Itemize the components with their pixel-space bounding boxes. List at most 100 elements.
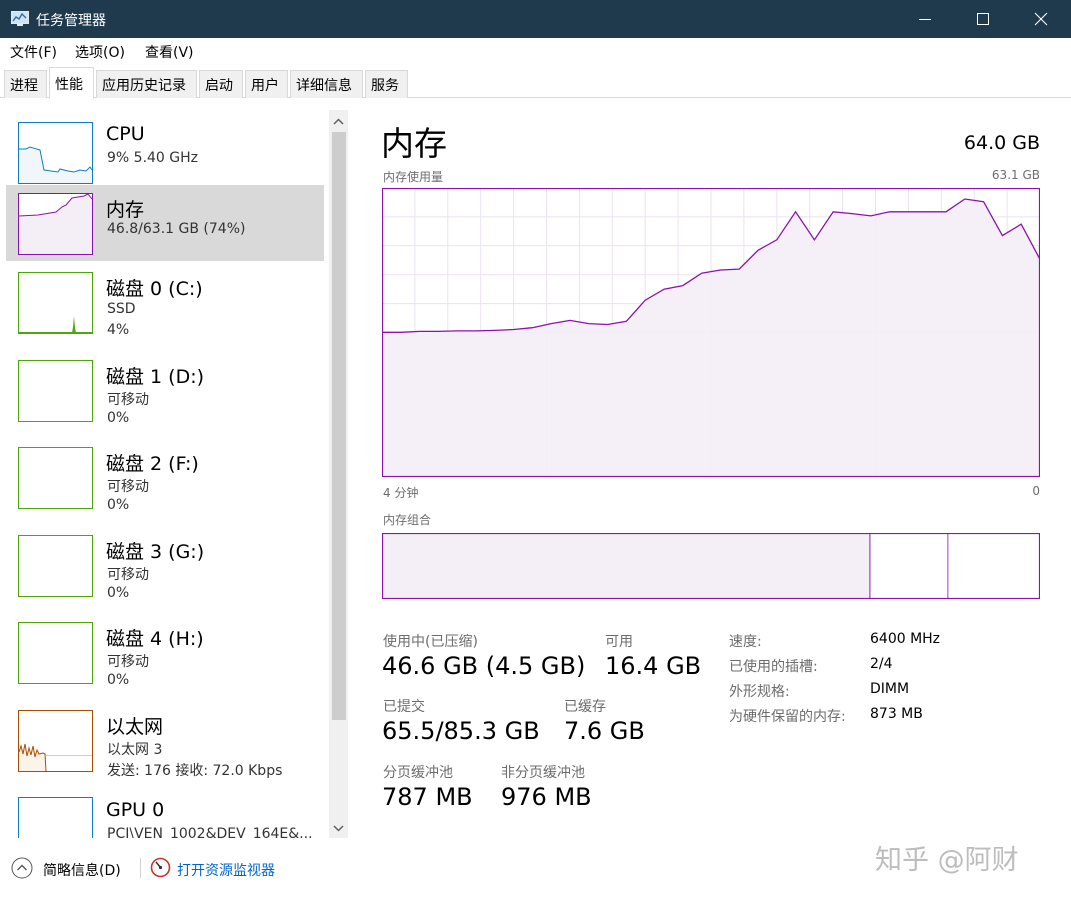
nonpaged-pool-value: 976 MB <box>501 783 592 811</box>
sidebar-item-name: 磁盘 4 (H:) <box>106 628 204 650</box>
sidebar-item-detail: 可移动 <box>107 654 149 670</box>
hardware-reserved-value: 873 MB <box>870 706 923 722</box>
sidebar-item-name: 磁盘 2 (F:) <box>106 453 199 475</box>
speed-value: 6400 MHz <box>870 631 941 647</box>
cached-value: 7.6 GB <box>564 717 645 745</box>
chevron-up-icon <box>333 118 344 125</box>
committed-label: 已提交 <box>383 699 425 715</box>
sidebar-item-usage: 0% <box>107 672 130 688</box>
sidebar-item-name: 以太网 <box>106 716 164 738</box>
menu-view[interactable]: 查看(V) <box>145 42 194 62</box>
sidebar-item-detail: PCI\VEN_1002&DEV_164E&... <box>107 826 313 838</box>
paged-pool-value: 787 MB <box>382 783 473 811</box>
form-factor-label: 外形规格: <box>729 684 790 700</box>
available-value: 16.4 GB <box>605 652 702 680</box>
menu-options[interactable]: 选项(O) <box>75 42 125 62</box>
tab-users[interactable]: 用户 <box>245 70 288 98</box>
tab-details[interactable]: 详细信息 <box>290 70 363 98</box>
ethernet-thumbnail-graph <box>18 710 93 772</box>
sidebar-item-name: CPU <box>106 123 145 145</box>
total-memory: 64.0 GB <box>963 132 1040 154</box>
footer-divider <box>140 858 141 878</box>
committed-value: 65.5/85.3 GB <box>382 717 540 745</box>
in-use-label: 使用中(已压缩) <box>383 634 478 650</box>
memory-usage-graph <box>382 188 1040 477</box>
menu-file[interactable]: 文件(F) <box>10 42 57 62</box>
sidebar-item-name: 磁盘 0 (C:) <box>106 278 203 300</box>
available-label: 可用 <box>605 634 633 650</box>
disk-1-thumbnail-graph <box>18 360 93 422</box>
disk-4-thumbnail-graph <box>18 622 93 684</box>
maximize-icon <box>977 13 989 25</box>
sidebar-item-name: 磁盘 3 (G:) <box>106 541 205 563</box>
scrollbar-thumb[interactable] <box>332 132 346 720</box>
minimize-icon <box>919 19 931 20</box>
sidebar-item-detail: SSD <box>107 301 136 317</box>
gpu-thumbnail-graph <box>18 797 93 838</box>
chevron-down-icon <box>333 825 344 832</box>
tab-services[interactable]: 服务 <box>365 70 408 98</box>
title-bar: 任务管理器 <box>0 0 1071 38</box>
sidebar-item-name: 磁盘 1 (D:) <box>106 366 205 388</box>
form-factor-value: DIMM <box>870 681 910 697</box>
sidebar-item-usage: 0% <box>107 497 130 513</box>
sidebar-item-detail: 可移动 <box>107 392 149 408</box>
performance-sidebar: CPU 9% 5.40 GHz 内存 46.8/63.1 GB (74%) 磁盘… <box>6 108 348 838</box>
sidebar-item-disk-3[interactable]: 磁盘 3 (G:) 可移动 0% <box>6 527 324 603</box>
composition-label: 内存组合 <box>383 513 432 527</box>
disk-3-thumbnail-graph <box>18 535 93 597</box>
sidebar-item-disk-0[interactable]: 磁盘 0 (C:) SSD 4% <box>6 264 324 340</box>
in-use-value: 46.6 GB (4.5 GB) <box>382 652 586 680</box>
sidebar-item-name: 内存 <box>106 199 145 221</box>
tab-app-history[interactable]: 应用历史记录 <box>96 70 197 98</box>
sidebar-item-disk-4[interactable]: 磁盘 4 (H:) 可移动 0% <box>6 614 324 690</box>
speed-label: 速度: <box>729 634 762 650</box>
slots-label: 已使用的插槽: <box>729 659 818 675</box>
sidebar-item-cpu[interactable]: CPU 9% 5.40 GHz <box>6 113 324 189</box>
disk-2-thumbnail-graph <box>18 447 93 509</box>
sidebar-item-disk-1[interactable]: 磁盘 1 (D:) 可移动 0% <box>6 352 324 428</box>
minimize-button[interactable] <box>896 0 954 38</box>
sidebar-item-name: GPU 0 <box>106 799 165 821</box>
cpu-thumbnail-graph <box>18 122 93 184</box>
sidebar-item-usage: 4% <box>107 322 130 338</box>
fewer-details-link[interactable]: 简略信息(D) <box>43 860 121 880</box>
open-resource-monitor-link[interactable]: 打开资源监视器 <box>177 860 275 880</box>
sidebar-item-usage: 0% <box>107 410 130 426</box>
disk-0-thumbnail-graph <box>18 272 93 334</box>
cached-label: 已缓存 <box>564 699 606 715</box>
sidebar-item-detail: 9% 5.40 GHz <box>107 150 199 166</box>
menu-bar: 文件(F) 选项(O) 查看(V) <box>0 38 1071 64</box>
sidebar-item-ethernet[interactable]: 以太网 以太网 3 发送: 176 接收: 72.0 Kbps <box>6 702 324 779</box>
collapse-icon[interactable] <box>11 857 33 879</box>
page-title: 内存 <box>381 124 447 163</box>
hardware-reserved-label: 为硬件保留的内存: <box>729 709 846 725</box>
memory-composition-bar <box>382 533 1040 599</box>
tab-processes[interactable]: 进程 <box>4 70 47 98</box>
scroll-up-button[interactable] <box>329 112 348 132</box>
composition-in-use <box>382 533 869 599</box>
sidebar-item-detail: 可移动 <box>107 567 149 583</box>
sidebar-item-memory[interactable]: 内存 46.8/63.1 GB (74%) <box>6 185 324 261</box>
sidebar-item-gpu-0[interactable]: GPU 0 PCI\VEN_1002&DEV_164E&... <box>6 789 324 838</box>
task-manager-icon <box>11 11 29 26</box>
sidebar-item-disk-2[interactable]: 磁盘 2 (F:) 可移动 0% <box>6 439 324 515</box>
graph-time-left: 4 分钟 <box>383 486 419 500</box>
paged-pool-label: 分页缓冲池 <box>383 765 453 781</box>
close-button[interactable] <box>1012 0 1070 38</box>
scroll-down-button[interactable] <box>329 818 348 838</box>
slots-value: 2/4 <box>870 656 893 672</box>
maximize-button[interactable] <box>954 0 1012 38</box>
watermark: 知乎 @阿财 <box>875 845 1019 876</box>
resource-monitor-icon <box>150 857 171 878</box>
tab-performance[interactable]: 性能 <box>49 67 94 99</box>
nonpaged-pool-label: 非分页缓冲池 <box>501 765 585 781</box>
usage-graph-max: 63.1 GB <box>991 168 1040 182</box>
sidebar-item-detail: 46.8/63.1 GB (74%) <box>107 221 246 237</box>
sidebar-item-throughput: 发送: 176 接收: 72.0 Kbps <box>107 763 283 779</box>
sidebar-item-detail: 可移动 <box>107 479 149 495</box>
tab-startup[interactable]: 启动 <box>199 70 243 98</box>
sidebar-item-detail: 以太网 3 <box>107 742 163 758</box>
window-title: 任务管理器 <box>36 13 106 29</box>
usage-graph-label: 内存使用量 <box>383 170 444 184</box>
